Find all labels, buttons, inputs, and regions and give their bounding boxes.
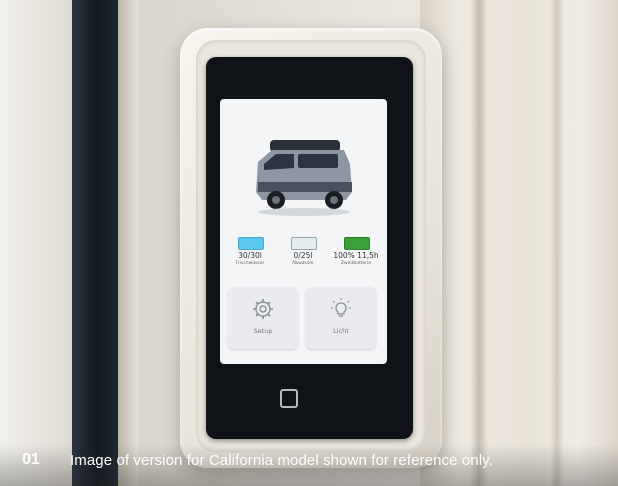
lightbulb-icon xyxy=(331,298,351,317)
caption-number: 01 xyxy=(22,451,40,468)
van-side-window xyxy=(298,154,338,168)
battery-tile: 100% 11,5h Zweitbatterie xyxy=(331,235,381,275)
status-tiles: 30/30l Frischwasser 0/25l Abwasser 100% … xyxy=(225,235,382,275)
setup-button-label: Setup xyxy=(253,327,273,335)
fresh-water-label: Frischwasser xyxy=(235,261,265,266)
seat-crease xyxy=(550,0,564,486)
van-shadow xyxy=(258,208,350,216)
battery-value: 100% 11,5h xyxy=(333,251,379,260)
light-button-label: Licht xyxy=(333,327,349,335)
caption-text: Image of version for California model sh… xyxy=(70,452,493,469)
fresh-water-value: 30/30l xyxy=(238,251,262,260)
home-button[interactable] xyxy=(280,389,298,408)
window-pillar xyxy=(72,0,118,486)
waste-water-level-icon xyxy=(291,237,317,250)
fresh-water-level-icon xyxy=(238,237,264,250)
setup-button[interactable]: Setup xyxy=(228,287,298,349)
battery-level-icon xyxy=(344,237,370,250)
waste-water-label: Abwasser xyxy=(292,261,314,266)
van-lower-band xyxy=(258,182,352,192)
waste-water-value: 0/25l xyxy=(293,251,313,260)
seat-upholstery xyxy=(420,0,618,486)
seat-crease xyxy=(470,0,488,486)
fresh-water-tile: 30/30l Frischwasser xyxy=(225,235,275,275)
camper-van-image xyxy=(256,140,352,216)
waste-water-tile: 0/25l Abwasser xyxy=(278,235,328,275)
battery-label: Zweitbatterie xyxy=(340,261,372,266)
touch-screen[interactable]: 30/30l Frischwasser 0/25l Abwasser 100% … xyxy=(220,99,387,364)
pillar-trim xyxy=(118,0,138,486)
gear-icon xyxy=(253,299,273,319)
light-button[interactable]: Licht xyxy=(306,287,376,349)
